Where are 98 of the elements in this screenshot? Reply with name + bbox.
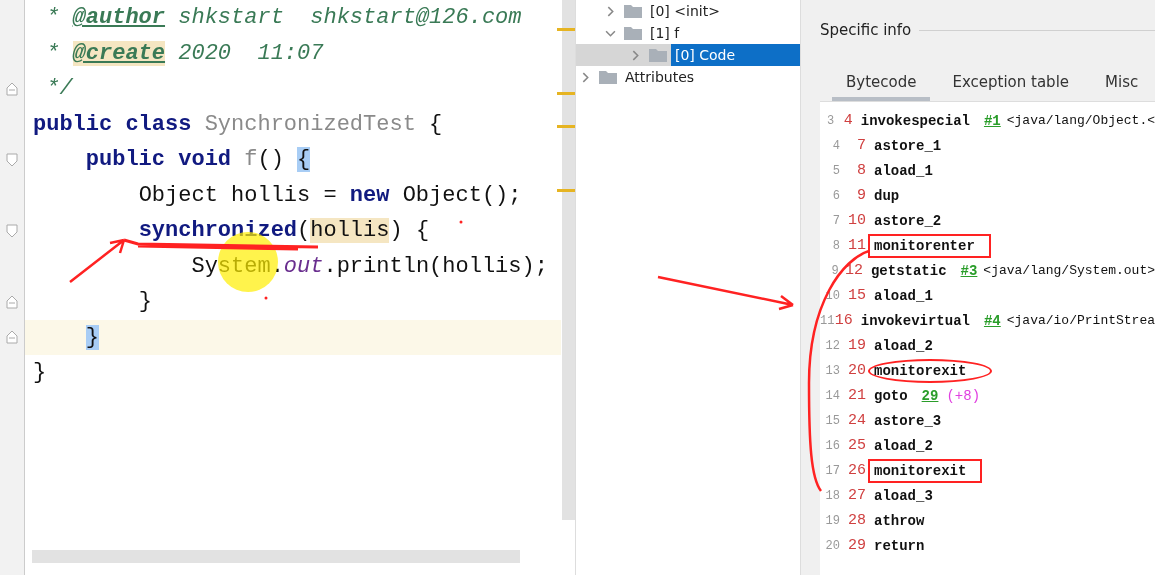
instruction: aload_1 [873,161,934,181]
offset: 26 [847,462,866,479]
line-number: 16 [824,438,840,453]
tab[interactable]: Misc [1091,69,1153,101]
warning-marker[interactable] [557,189,575,192]
line-number: 9 [830,263,839,278]
instruction: astore_3 [873,411,943,431]
line-number: 18 [824,488,840,503]
offset: 11 [847,237,866,254]
constant-link[interactable]: #1 [983,112,1001,129]
tree-item[interactable]: Attributes [625,69,695,85]
code-line: public class SynchronizedTest { [33,111,443,137]
fold-icon[interactable] [6,223,18,238]
chevron-icon[interactable] [580,71,591,83]
constant-link[interactable]: #3 [960,262,978,279]
offset: 16 [834,312,853,329]
code-line: Object hollis = new Object(); [138,182,522,208]
offset: 8 [856,162,866,179]
code-line: public void f() { [85,147,311,172]
chevron-icon[interactable] [605,5,616,17]
line-number: 20 [824,538,840,553]
offset: 12 [843,262,863,279]
warning-marker[interactable] [557,125,575,128]
folder-icon [649,48,667,62]
warning-marker[interactable] [557,92,575,95]
fold-icon[interactable] [6,81,18,96]
line-number: 3 [826,113,835,128]
instruction: aload_2 [873,336,934,356]
pen-dot [264,296,268,300]
constant-link[interactable]: #4 [983,312,1001,329]
line-number: 13 [824,363,840,378]
tree-item[interactable]: [0] Code [671,44,800,66]
folder-icon [624,26,642,40]
instruction: monitorenter [868,233,991,258]
offset: 27 [847,487,866,504]
offset: 20 [847,362,866,379]
line-number: 8 [831,238,840,253]
chevron-icon[interactable] [630,49,641,61]
instruction: invokespecial [859,111,971,131]
line-number: 19 [824,513,840,528]
offset: 15 [847,287,866,304]
instruction: astore_2 [873,211,943,231]
warning-marker[interactable] [557,28,575,31]
scrollbar[interactable] [32,550,520,563]
instruction: astore_1 [873,136,943,156]
line-number: 4 [831,138,840,153]
code-line: */ [46,76,73,101]
code-line: } [138,289,152,314]
instruction: invokevirtual [859,311,971,331]
offset: 21 [847,387,866,404]
line-number: 12 [824,338,840,353]
code-line: * @author shkstart shkstart@126.com [46,5,522,30]
instruction: aload_1 [873,286,934,306]
instruction: monitorexit [868,358,993,383]
instruction: athrow [873,511,926,531]
line-number: 11 [820,313,835,328]
fold-icon[interactable] [6,330,18,345]
offset: 25 [847,437,866,454]
constant-link[interactable]: 29 [921,387,939,404]
offset: 24 [847,412,866,429]
code-line: * @create 2020 11:07 [46,40,324,66]
jump-offset: (+8) [946,387,981,404]
line-number: 6 [831,188,840,203]
section-title: Specific info [820,21,912,39]
line-number: 7 [831,213,840,228]
code-line: } [33,360,47,385]
code-line: synchronized(hollis) { [138,218,430,243]
pen-dot [459,220,463,224]
tab[interactable]: Exception table [938,69,1084,101]
offset: 9 [856,187,866,204]
offset: 7 [856,137,866,154]
instruction: dup [873,186,901,206]
line-number: 14 [824,388,840,403]
line-number: 17 [824,463,840,478]
arrow [68,238,126,284]
line-number: 15 [824,413,840,428]
argument: <java/lang/System.out> [983,263,1155,278]
argument: <java/lang/Object.< [1006,113,1155,128]
folder-icon [599,70,617,84]
line-number: 5 [831,163,840,178]
argument: <java/io/PrintStrea [1006,313,1155,328]
instruction: monitorexit [868,458,983,483]
folder-icon [624,4,642,18]
instruction: return [873,536,926,556]
instruction: aload_3 [873,486,934,506]
offset: 29 [847,537,866,554]
instruction: aload_2 [873,436,934,456]
offset: 10 [847,212,866,229]
offset: 19 [847,337,866,354]
fold-icon[interactable] [6,294,18,309]
offset: 4 [842,112,853,129]
instruction: getstatic [869,261,948,281]
tree-item[interactable]: [1] f [650,25,680,41]
scrollbar[interactable] [562,0,575,520]
tree-item[interactable]: [0] <init> [650,3,720,19]
fold-icon[interactable] [6,152,18,167]
offset: 28 [847,512,866,529]
instruction: goto [873,386,909,406]
